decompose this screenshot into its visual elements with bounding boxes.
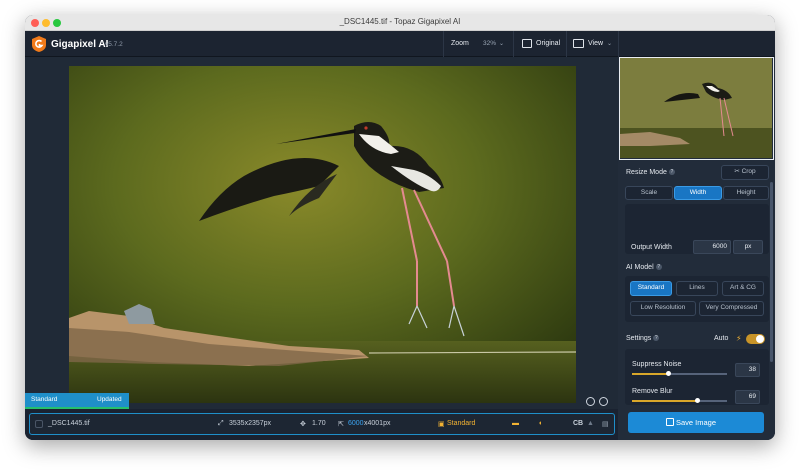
model-low-resolution[interactable]: Low Resolution: [630, 301, 696, 316]
output-height: x4001px: [364, 420, 391, 427]
model-standard[interactable]: Standard: [630, 281, 672, 296]
chevron-down-icon[interactable]: ⌄: [499, 40, 504, 47]
output-size-icon: ⇱: [338, 421, 344, 428]
window-title: _DSC1445.tif - Topaz Gigapixel AI: [339, 17, 461, 26]
top-toolbar: Gigapixel AI v5.7.2 Zoom 32% ⌄ Original …: [25, 31, 775, 57]
suppress-noise-fill: [632, 373, 668, 375]
preview-panel-icon[interactable]: ▬: [512, 420, 519, 427]
settings-panel: Resize Mode? ✂ Crop Scale Width Height O…: [618, 57, 775, 440]
compare-right-label: Updated: [97, 396, 122, 403]
zoom-label: Zoom: [451, 40, 469, 47]
image-size-icon: ⤢: [218, 420, 224, 427]
toolbar-divider: [618, 31, 619, 57]
remove-blur-label: Remove Blur: [632, 388, 673, 395]
suppress-noise-thumb[interactable]: [666, 371, 671, 376]
queue-bar: _DSC1445.tif ⤢ 3535x2357px ✥ 1.70 ⇱ 6000…: [25, 409, 618, 440]
output-width-highlight: 6000: [348, 420, 364, 427]
panel-scrollbar[interactable]: [770, 182, 773, 362]
auto-toggle[interactable]: [746, 334, 765, 344]
toolbar-divider: [566, 31, 567, 57]
navigator-preview[interactable]: [619, 57, 774, 160]
app-window: _DSC1445.tif - Topaz Gigapixel AI Gigapi…: [25, 15, 775, 440]
main-photo[interactable]: [69, 66, 576, 403]
help-icon: ?: [668, 169, 675, 176]
face-recovery-icon[interactable]: [599, 397, 608, 406]
zoom-select[interactable]: 32%: [483, 40, 496, 47]
crop-icon: ✂: [734, 168, 740, 175]
queue-filename: _DSC1445.tif: [48, 420, 90, 427]
sound-icon[interactable]: ◖: [538, 420, 542, 427]
view-button[interactable]: View: [588, 40, 603, 47]
scale-icon: ✥: [300, 421, 306, 428]
person-icon[interactable]: ▲: [587, 420, 594, 427]
ai-model-label: AI Model?: [626, 264, 662, 271]
face-recovery-icon[interactable]: [586, 397, 595, 406]
crop-button[interactable]: ✂ Crop: [721, 165, 769, 180]
resize-tab-height[interactable]: Height: [723, 186, 769, 200]
trash-icon[interactable]: ▤: [602, 420, 609, 428]
unit-select[interactable]: px: [733, 240, 763, 254]
app-name: Gigapixel AI: [51, 39, 109, 50]
queue-item-checkbox[interactable]: [35, 420, 43, 428]
help-icon: ?: [653, 335, 660, 342]
compare-label-bar: Standard Updated: [25, 393, 129, 407]
original-image-icon[interactable]: [522, 39, 532, 48]
gigapixel-logo-icon: [32, 36, 46, 52]
model-art-cg[interactable]: Art & CG: [722, 281, 764, 296]
remove-blur-value[interactable]: 69: [735, 390, 760, 404]
help-icon: ?: [655, 264, 662, 271]
resize-mode-label: Resize Mode?: [626, 169, 675, 176]
bolt-icon: ⚡: [736, 334, 742, 343]
model-very-compressed[interactable]: Very Compressed: [699, 301, 764, 316]
queue-item[interactable]: _DSC1445.tif ⤢ 3535x2357px ✥ 1.70 ⇱ 6000…: [29, 413, 615, 435]
title-bar: _DSC1445.tif - Topaz Gigapixel AI: [25, 15, 775, 31]
auto-label: Auto: [714, 335, 729, 342]
scale-factor: 1.70: [312, 420, 326, 427]
output-width-label: Output Width: [631, 244, 672, 251]
settings-label: Settings?: [626, 335, 660, 342]
image-stage: Standard Updated: [25, 57, 618, 410]
queue-model: Standard: [447, 420, 476, 427]
input-size: 3535x2357px: [229, 420, 272, 427]
compare-left-label: Standard: [31, 396, 58, 403]
cb-toggle[interactable]: CB: [573, 420, 583, 427]
save-image-label: Save Image: [676, 418, 717, 427]
output-width-input[interactable]: 6000: [693, 240, 731, 254]
view-layout-icon[interactable]: [573, 39, 584, 48]
remove-blur-fill: [632, 400, 697, 402]
original-button[interactable]: Original: [536, 40, 560, 47]
model-icon: ▣: [438, 421, 445, 428]
toolbar-divider: [443, 31, 444, 57]
model-lines[interactable]: Lines: [676, 281, 718, 296]
save-icon: [666, 418, 674, 426]
remove-blur-thumb[interactable]: [695, 398, 700, 403]
resize-tab-scale[interactable]: Scale: [625, 186, 673, 200]
toggle-knob: [756, 335, 764, 343]
suppress-noise-label: Suppress Noise: [632, 361, 682, 368]
save-image-button[interactable]: Save Image: [628, 412, 764, 433]
suppress-noise-value[interactable]: 38: [735, 363, 760, 377]
resize-tab-width[interactable]: Width: [674, 186, 722, 200]
chevron-down-icon[interactable]: ⌄: [607, 40, 612, 47]
app-version: v5.7.2: [105, 41, 123, 48]
toolbar-divider: [513, 31, 514, 57]
